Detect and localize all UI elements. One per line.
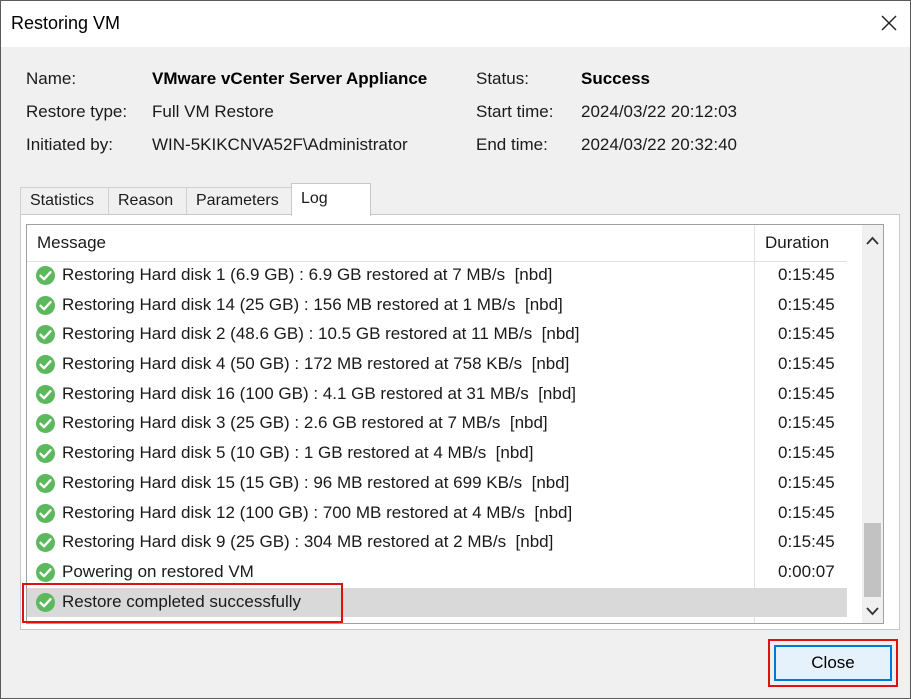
log-header: Message Duration <box>27 225 847 262</box>
highlight-restore-completed <box>22 583 343 623</box>
vertical-scrollbar[interactable] <box>862 225 883 623</box>
tab-log[interactable]: Log <box>291 183 371 216</box>
log-duration: 0:00:07 <box>778 561 835 581</box>
log-row[interactable]: Restoring Hard disk 12 (100 GB) : 700 MB… <box>27 499 847 529</box>
log-row[interactable]: Restoring Hard disk 2 (48.6 GB) : 10.5 G… <box>27 320 847 350</box>
success-check-icon <box>36 533 55 553</box>
log-row[interactable]: Restoring Hard disk 16 (100 GB) : 4.1 GB… <box>27 380 847 410</box>
close-icon[interactable] <box>878 12 900 34</box>
initiated-by-value: WIN-5KIKCNVA52F\Administrator <box>152 135 408 154</box>
start-time-label: Start time: <box>476 102 554 121</box>
status-value: Success <box>581 69 650 88</box>
tab-parameters[interactable]: Parameters <box>186 187 292 215</box>
log-message: Restoring Hard disk 4 (50 GB) : 172 MB r… <box>62 354 570 374</box>
name-label: Name: <box>26 69 77 88</box>
restore-type-value: Full VM Restore <box>152 102 274 121</box>
scroll-down-icon[interactable] <box>862 599 883 623</box>
start-time-value: 2024/03/22 20:12:03 <box>581 102 737 121</box>
title-bar: Restoring VM <box>1 1 910 47</box>
log-message: Restoring Hard disk 15 (15 GB) : 96 MB r… <box>62 472 570 492</box>
log-message: Powering on restored VM <box>62 561 254 581</box>
log-row[interactable]: Restoring Hard disk 9 (25 GB) : 304 MB r… <box>27 528 847 558</box>
restoring-vm-dialog: Restoring VM Name: VMware vCenter Server… <box>0 0 911 699</box>
success-check-icon <box>36 444 55 464</box>
log-duration: 0:15:45 <box>778 443 835 463</box>
column-header-message[interactable]: Message <box>37 233 106 253</box>
log-message: Restoring Hard disk 16 (100 GB) : 4.1 GB… <box>62 383 577 403</box>
log-duration: 0:15:45 <box>778 532 835 552</box>
name-value: VMware vCenter Server Appliance <box>152 69 428 88</box>
log-row[interactable]: Restoring Hard disk 14 (25 GB) : 156 MB … <box>27 291 847 321</box>
log-row[interactable]: Restoring Hard disk 3 (25 GB) : 2.6 GB r… <box>27 409 847 439</box>
log-message: Restoring Hard disk 1 (6.9 GB) : 6.9 GB … <box>62 265 553 284</box>
window-title: Restoring VM <box>11 13 121 33</box>
success-check-icon <box>36 473 55 493</box>
column-header-duration[interactable]: Duration <box>765 233 829 253</box>
log-message: Restoring Hard disk 12 (100 GB) : 700 MB… <box>62 502 573 522</box>
success-check-icon <box>36 355 55 375</box>
log-duration: 0:15:45 <box>778 502 835 522</box>
log-message: Restoring Hard disk 14 (25 GB) : 156 MB … <box>62 294 563 314</box>
log-message: Restoring Hard disk 9 (25 GB) : 304 MB r… <box>62 532 554 552</box>
log-duration: 0:15:45 <box>778 265 835 284</box>
close-button[interactable]: Close <box>774 645 892 681</box>
end-time-label: End time: <box>476 135 548 154</box>
log-duration: 0:15:45 <box>778 324 835 344</box>
tab-reason[interactable]: Reason <box>108 187 187 215</box>
log-duration: 0:15:45 <box>778 413 835 433</box>
log-row[interactable]: Restoring Hard disk 15 (15 GB) : 96 MB r… <box>27 469 847 499</box>
log-duration: 0:15:45 <box>778 354 835 374</box>
log-duration: 0:15:45 <box>778 383 835 403</box>
initiated-by-label: Initiated by: <box>26 135 113 154</box>
log-row[interactable]: Restoring Hard disk 5 (10 GB) : 1 GB res… <box>27 439 847 469</box>
success-check-icon <box>36 384 55 404</box>
log-row[interactable]: Restoring Hard disk 1 (6.9 GB) : 6.9 GB … <box>27 261 847 291</box>
scroll-up-icon[interactable] <box>862 229 883 253</box>
status-label: Status: <box>476 69 529 88</box>
success-check-icon <box>36 414 55 434</box>
highlight-close-button: Close <box>768 639 898 687</box>
end-time-value: 2024/03/22 20:32:40 <box>581 135 737 154</box>
tab-statistics[interactable]: Statistics <box>20 187 109 215</box>
log-message: Restoring Hard disk 2 (48.6 GB) : 10.5 G… <box>62 324 580 344</box>
log-grid: Message Duration Restoring Hard disk 1 (… <box>26 224 884 624</box>
log-row[interactable]: Restoring Hard disk 4 (50 GB) : 172 MB r… <box>27 350 847 380</box>
success-check-icon <box>36 562 55 582</box>
success-check-icon <box>36 503 55 523</box>
log-rows: Restoring Hard disk 1 (6.9 GB) : 6.9 GB … <box>27 261 847 618</box>
scrollbar-thumb[interactable] <box>864 523 881 597</box>
log-message: Restoring Hard disk 3 (25 GB) : 2.6 GB r… <box>62 413 548 433</box>
success-check-icon <box>36 266 55 285</box>
log-duration: 0:15:45 <box>778 294 835 314</box>
log-duration: 0:15:45 <box>778 472 835 492</box>
log-panel: Message Duration Restoring Hard disk 1 (… <box>20 214 900 630</box>
success-check-icon <box>36 295 55 315</box>
log-message: Restoring Hard disk 5 (10 GB) : 1 GB res… <box>62 443 534 463</box>
restore-type-label: Restore type: <box>26 102 128 121</box>
success-check-icon <box>36 325 55 345</box>
